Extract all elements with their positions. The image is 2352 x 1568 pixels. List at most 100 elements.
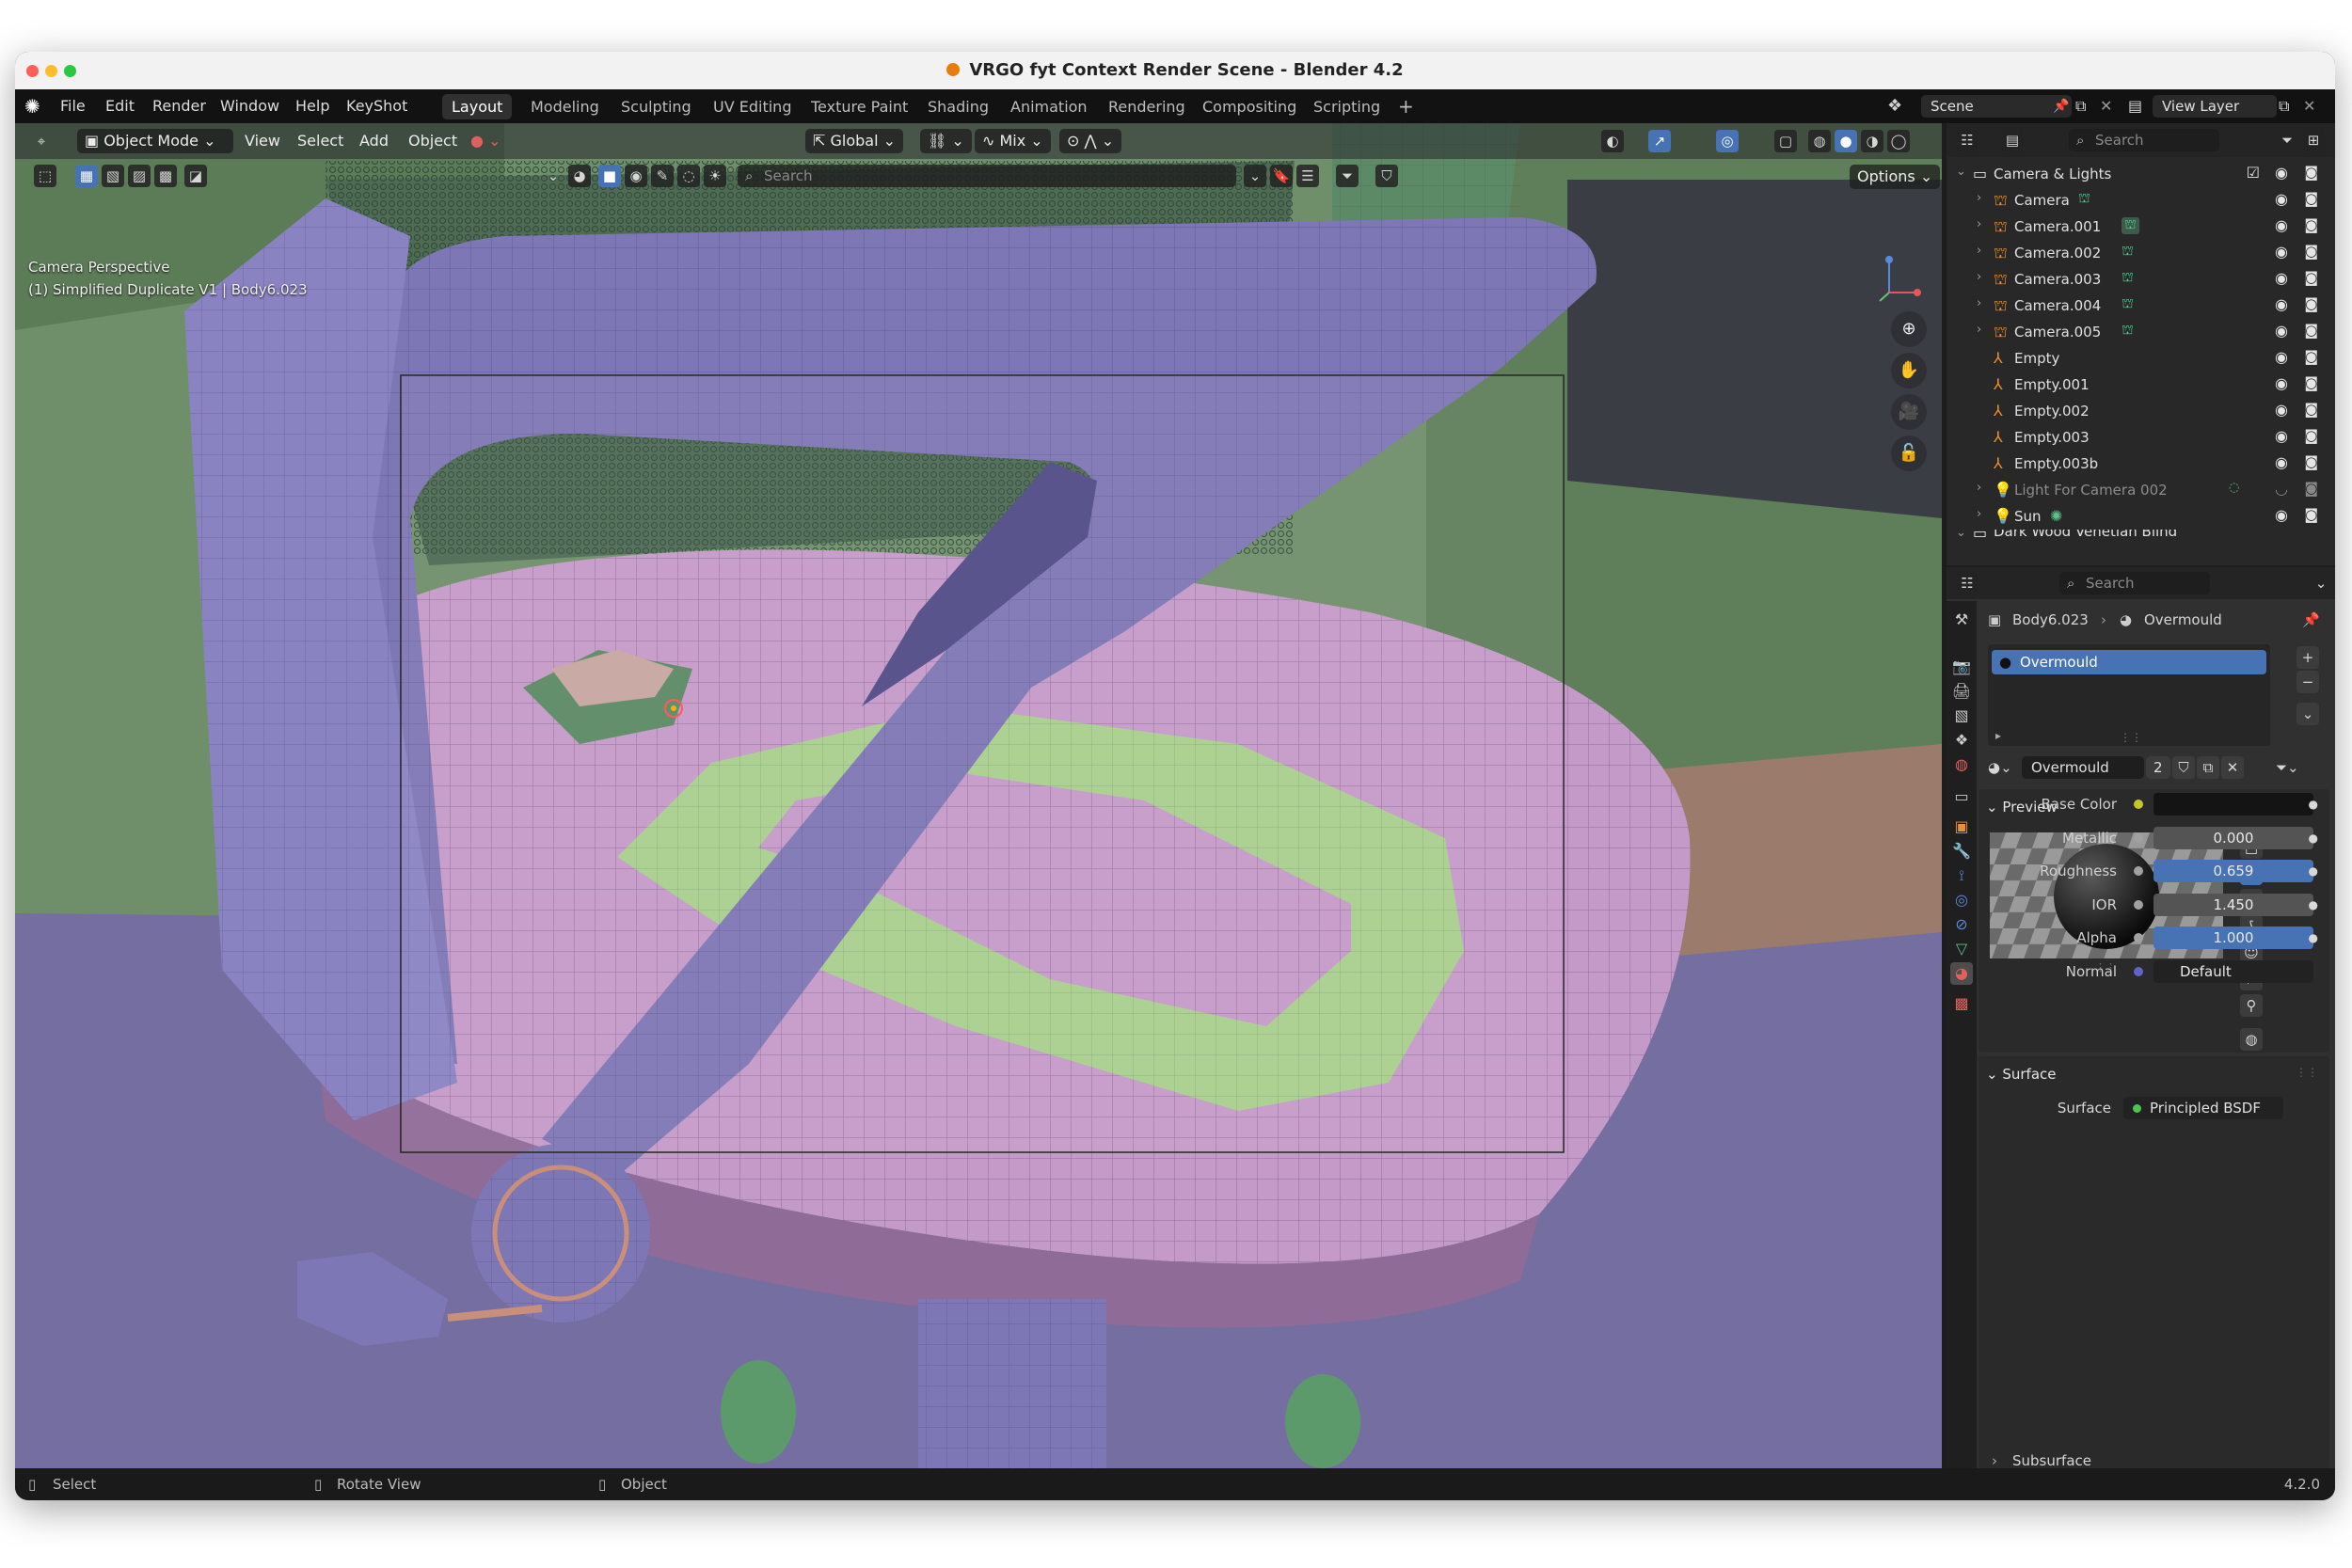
resize-grip-icon[interactable]: ⋮⋮: [2120, 731, 2142, 744]
object-type-world-icon[interactable]: ◌: [677, 165, 700, 187]
camera-data-icon[interactable]: ⛫: [2122, 296, 2134, 313]
expand-arrow-icon[interactable]: ›: [1977, 507, 1981, 521]
view-layer-tab-icon[interactable]: ▧: [1950, 705, 1973, 727]
outliner-item[interactable]: › 💡 Light For Camera 002 ◌ ◡ ◙: [1947, 477, 2335, 503]
property-value-field[interactable]: 1.000: [2153, 927, 2313, 949]
light-data-icon[interactable]: ◌: [2229, 481, 2239, 495]
render-camera-icon[interactable]: ◙: [2304, 401, 2318, 418]
new-collection-icon[interactable]: ⊞: [2302, 129, 2325, 151]
outliner-filter-icon[interactable]: ⏷: [2276, 129, 2298, 151]
eye-closed-icon[interactable]: ◡: [2275, 480, 2288, 498]
eye-icon[interactable]: ◉: [2275, 427, 2288, 445]
duplicate-material-icon[interactable]: ⧉: [2197, 756, 2219, 779]
menu-object[interactable]: Object: [401, 129, 465, 153]
outliner-editor-type-icon[interactable]: ☷: [1956, 129, 1979, 151]
keyframe-dot-icon[interactable]: ●: [2309, 931, 2318, 944]
menu-add[interactable]: Add: [352, 129, 396, 153]
particles-tab-icon[interactable]: ⟟: [1950, 864, 1973, 887]
tab-modeling[interactable]: Modeling: [521, 94, 609, 119]
render-camera-icon[interactable]: ◙: [2304, 427, 2318, 444]
texture-tab-icon[interactable]: ▩: [1950, 992, 1973, 1015]
world-tab-icon[interactable]: ◍: [1950, 753, 1973, 776]
lock-camera-icon[interactable]: 🔓: [1891, 436, 1927, 471]
eye-icon[interactable]: ◉: [2275, 453, 2288, 471]
tab-animation[interactable]: Animation: [1001, 94, 1097, 119]
add-slot-button[interactable]: +: [2296, 646, 2319, 669]
eye-icon[interactable]: ◉: [2275, 295, 2288, 313]
camera-data-icon[interactable]: ⛫: [2078, 191, 2090, 208]
render-camera-icon[interactable]: ◙: [2304, 480, 2318, 497]
visibility-dropdown-icon[interactable]: ◐: [1601, 130, 1624, 152]
render-camera-icon[interactable]: ◙: [2304, 506, 2318, 523]
expand-arrow-icon[interactable]: ›: [1977, 481, 1981, 495]
solid-shading-icon[interactable]: ●: [1835, 130, 1857, 152]
eye-icon[interactable]: ◉: [2275, 348, 2288, 366]
physics-tab-icon[interactable]: ◎: [1950, 889, 1973, 911]
zoom-view-icon[interactable]: ⊕: [1891, 311, 1927, 347]
object-type-brush-icon[interactable]: ✎: [651, 165, 674, 187]
menu-help[interactable]: Help: [295, 89, 329, 123]
keyframe-dot-icon[interactable]: ●: [2309, 898, 2318, 911]
proportional-editing-icon[interactable]: ⊙ ⋀ ⌄: [1059, 129, 1122, 153]
object-tab-icon[interactable]: ▣: [1950, 816, 1973, 838]
outliner-search-input[interactable]: ⌕ Search: [2069, 129, 2219, 151]
outliner-item[interactable]: › ⛫ Camera.002 ⛫ ◉ ◙: [1947, 240, 2335, 266]
tab-texture-paint[interactable]: Texture Paint: [802, 94, 917, 119]
outliner-item[interactable]: ⅄ Empty.002 ◉ ◙: [1947, 398, 2335, 424]
camera-data-icon[interactable]: ⛫: [2122, 244, 2134, 261]
snap-dropdown[interactable]: ∿ Mix ⌄: [975, 129, 1051, 153]
add-workspace-button[interactable]: +: [1389, 94, 1423, 119]
eye-icon[interactable]: ◉: [2275, 243, 2288, 261]
user-count-button[interactable]: 2: [2146, 756, 2170, 779]
collapse-arrow-icon[interactable]: ⌄: [1956, 530, 1966, 540]
expand-arrow-icon[interactable]: ›: [1977, 217, 1981, 231]
object-mode-dropdown[interactable]: ▣ Object Mode ⌄: [77, 129, 233, 153]
color-wheel-icon[interactable]: ◕: [568, 165, 591, 187]
outliner-item[interactable]: › 💡 Sun ✺ ◉ ◙: [1947, 503, 2335, 530]
render-camera-icon[interactable]: ◙: [2304, 295, 2318, 312]
fake-user-shield-icon[interactable]: ⛉: [2172, 756, 2195, 779]
outliner-collection-row[interactable]: ⌄ ▭ Camera & Lights ☑ ◉ ◙: [1947, 161, 2335, 187]
tab-uv-editing[interactable]: UV Editing: [704, 94, 801, 119]
menu-view[interactable]: View: [237, 129, 288, 153]
render-camera-icon[interactable]: ◙: [2304, 190, 2318, 207]
camera-data-icon[interactable]: ⛫: [2122, 323, 2134, 340]
transform-orientation-dropdown[interactable]: ⇱ Global ⌄: [805, 129, 904, 153]
outliner-item[interactable]: ⅄ Empty ◉ ◙: [1947, 345, 2335, 372]
menu-render[interactable]: Render: [152, 89, 206, 123]
scene-tab-icon[interactable]: ❖: [1950, 729, 1973, 752]
render-tab-icon[interactable]: 📷: [1950, 656, 1973, 678]
expand-arrow-icon[interactable]: ›: [1977, 244, 1981, 258]
eye-icon[interactable]: ◉: [2275, 322, 2288, 340]
keyframe-dot-icon[interactable]: ●: [2309, 832, 2318, 845]
pivot-point-dropdown[interactable]: ⛓ ⌄: [920, 129, 972, 153]
render-camera-icon[interactable]: ◙: [2304, 374, 2318, 391]
expand-arrow-icon[interactable]: ›: [1977, 323, 1981, 337]
outliner-item[interactable]: ⅄ Empty.001 ◉ ◙: [1947, 372, 2335, 398]
pan-view-icon[interactable]: ✋: [1891, 353, 1927, 388]
view-layer-icon[interactable]: ▤: [2128, 89, 2142, 123]
outliner-collection-row[interactable]: ⌄ ▭ Dark Wood Venetian Blind: [1947, 530, 2335, 545]
tab-scripting[interactable]: Scripting: [1304, 94, 1390, 119]
output-tab-icon[interactable]: 🖨: [1950, 680, 1973, 703]
delete-scene-icon[interactable]: ✕: [2100, 89, 2112, 123]
eye-icon[interactable]: ◉: [2275, 506, 2288, 524]
rendered-shading-icon[interactable]: ◯: [1887, 130, 1910, 152]
menu-window[interactable]: Window: [220, 89, 279, 123]
expand-arrow-icon[interactable]: ›: [1977, 296, 1981, 310]
scene-field[interactable]: Scene: [1921, 95, 2072, 118]
properties-search-input[interactable]: ⌕ Search: [2059, 572, 2210, 594]
preview-fluid-icon[interactable]: ⚲: [2240, 994, 2263, 1017]
link-mode-icon[interactable]: ⏷⌄: [2276, 756, 2299, 779]
outliner-item[interactable]: › ⛫ Camera.003 ⛫ ◉ ◙: [1947, 266, 2335, 293]
menu-file[interactable]: File: [60, 89, 86, 123]
material-slot-item[interactable]: ● Overmould: [1992, 650, 2266, 674]
panel-grip-icon[interactable]: ⋮⋮: [2296, 1066, 2318, 1079]
axis-gizmo-icon[interactable]: [1870, 250, 1927, 307]
property-value-field[interactable]: Default: [2153, 959, 2313, 983]
surface-panel-header[interactable]: ⌄ Surface: [1986, 1066, 2057, 1083]
eye-icon[interactable]: ◉: [2275, 164, 2288, 182]
3d-viewport[interactable]: ⌖ ▣ Object Mode ⌄ View Select Add Object…: [15, 123, 1942, 1468]
sun-data-icon[interactable]: ✺: [2050, 507, 2062, 525]
expand-arrow-icon[interactable]: ›: [1977, 270, 1981, 284]
